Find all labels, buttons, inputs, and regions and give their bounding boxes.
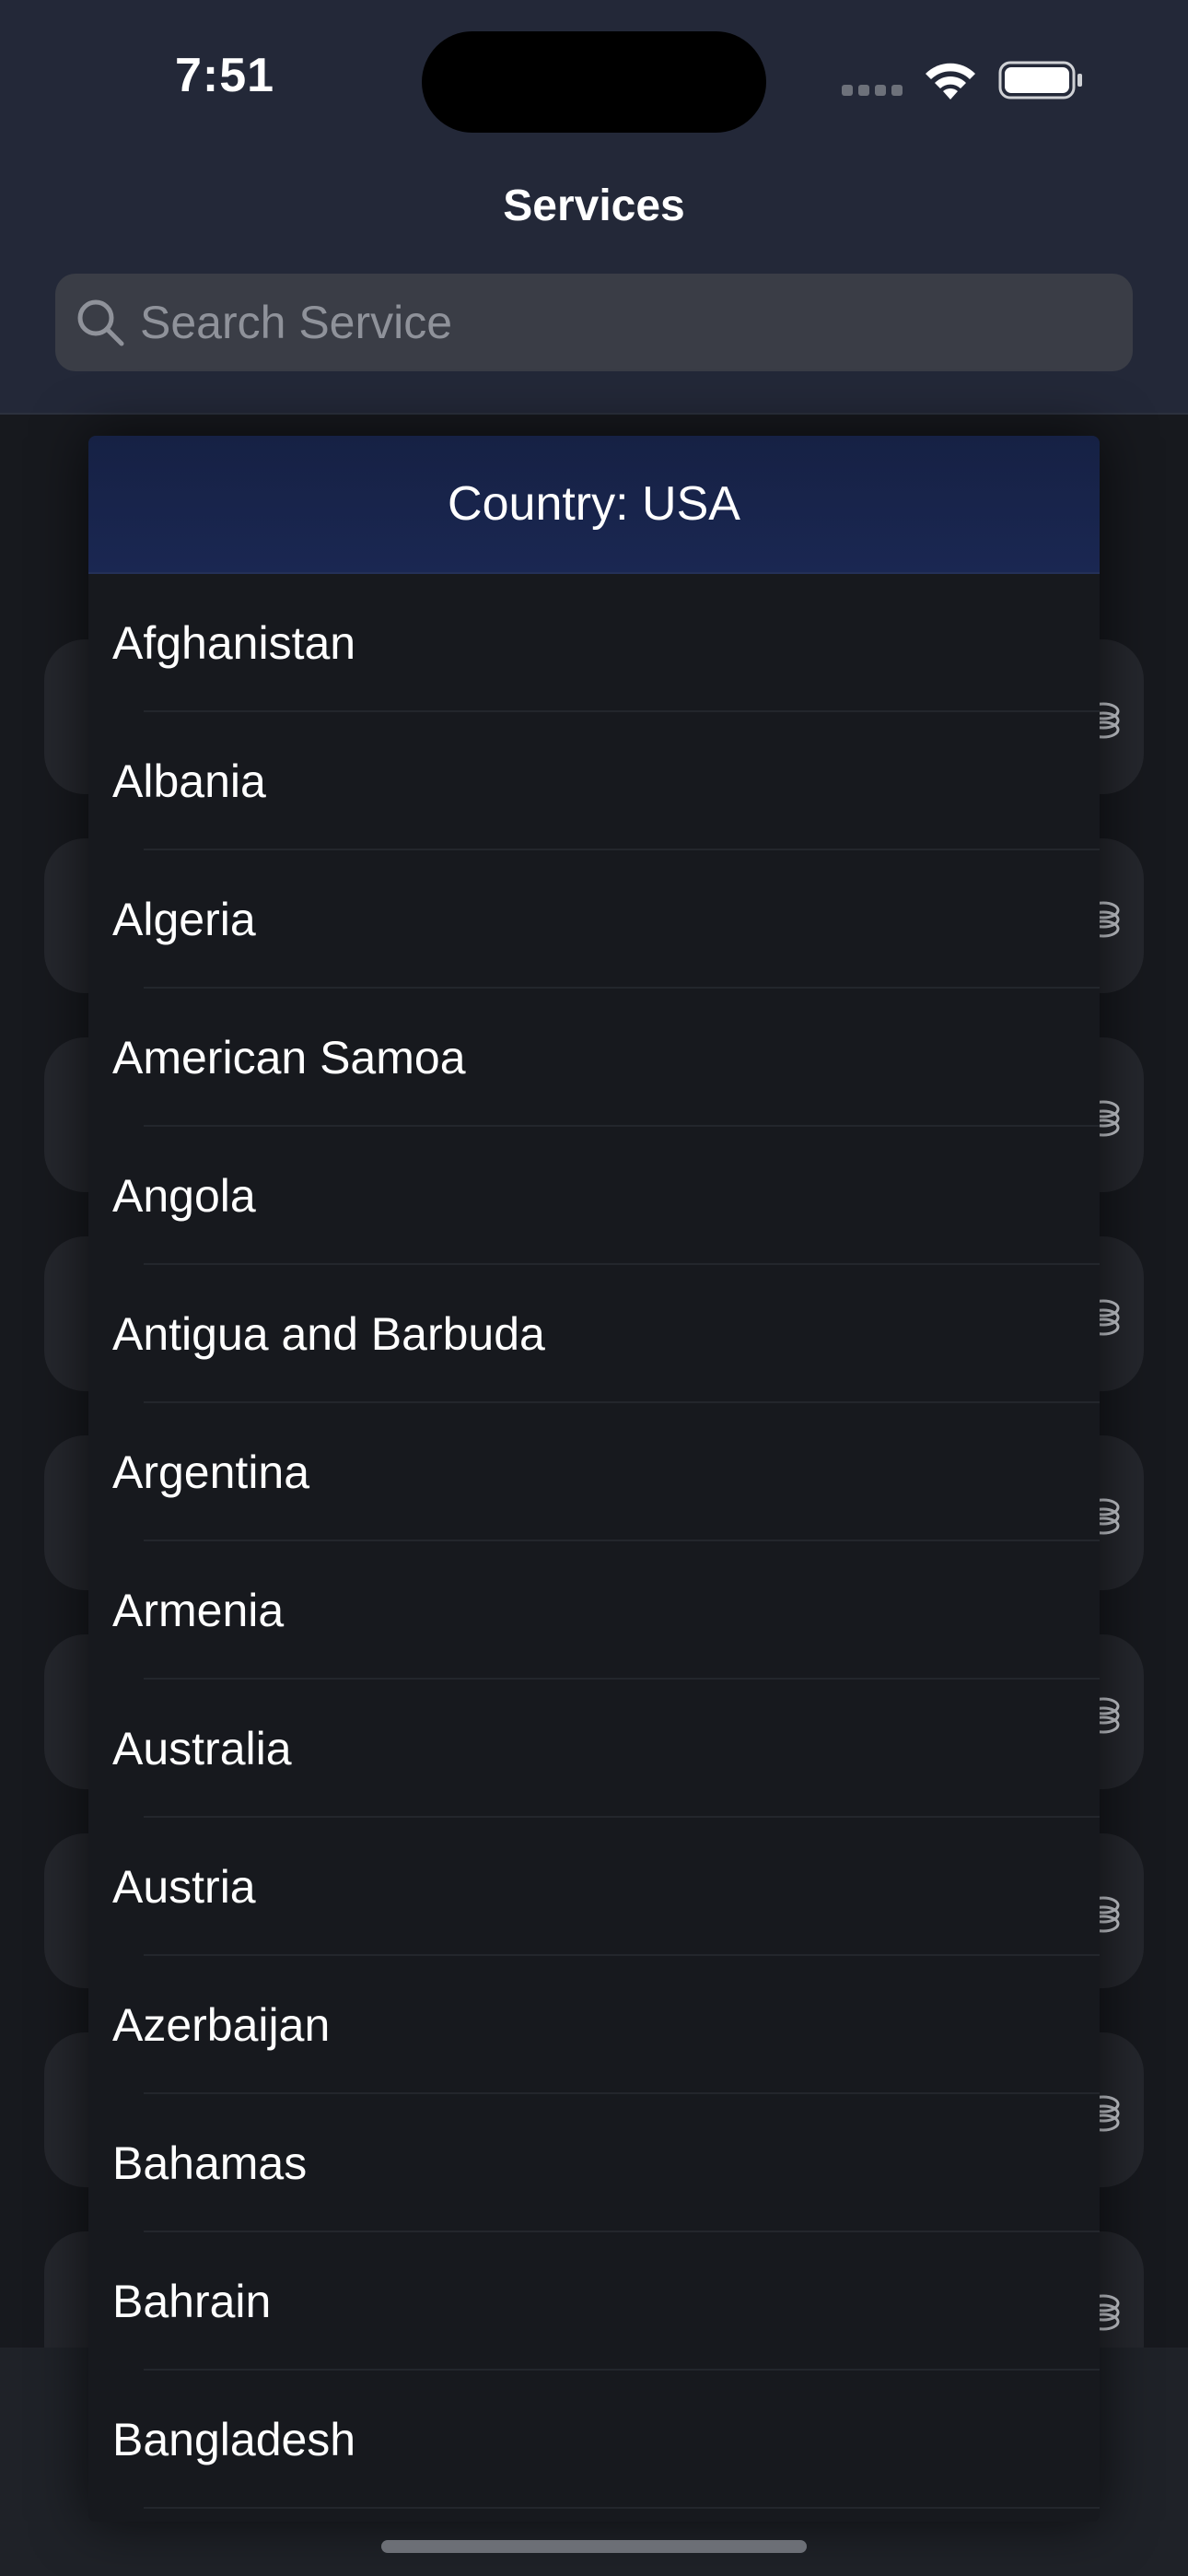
country-option[interactable]: Austria (88, 1818, 1100, 1956)
country-option[interactable]: Bangladesh (88, 2371, 1100, 2509)
country-option[interactable]: Australia (88, 1680, 1100, 1818)
country-option[interactable]: Bahrain (88, 2232, 1100, 2371)
status-time: 7:51 (175, 49, 275, 102)
country-list: Afghanistan Albania Algeria American Sam… (88, 574, 1100, 2509)
country-dropdown: Country: USA Afghanistan Albania Algeria… (88, 436, 1100, 2522)
country-option[interactable]: Azerbaijan (88, 1956, 1100, 2094)
country-selector-button[interactable]: Country: USA (88, 436, 1100, 574)
country-option[interactable]: Armenia (88, 1541, 1100, 1680)
dynamic-island (422, 31, 766, 133)
country-option[interactable]: Angola (88, 1127, 1100, 1265)
country-option[interactable]: Antigua and Barbuda (88, 1265, 1100, 1403)
country-option[interactable]: Argentina (88, 1403, 1100, 1541)
search-icon (77, 299, 124, 346)
country-option[interactable]: Algeria (88, 850, 1100, 989)
search-bar[interactable] (55, 274, 1133, 371)
battery-icon (998, 61, 1082, 100)
home-indicator[interactable] (381, 2540, 807, 2553)
page-title: Services (503, 181, 685, 230)
country-option[interactable]: Albania (88, 712, 1100, 850)
country-option[interactable]: Afghanistan (88, 574, 1100, 712)
search-input[interactable] (140, 274, 1116, 371)
navigation-header: 7:51 Services (0, 0, 1188, 415)
cellular-signal-icon (842, 85, 904, 98)
country-option[interactable]: Bahamas (88, 2094, 1100, 2232)
wifi-icon (926, 63, 975, 100)
country-option[interactable]: American Samoa (88, 989, 1100, 1127)
